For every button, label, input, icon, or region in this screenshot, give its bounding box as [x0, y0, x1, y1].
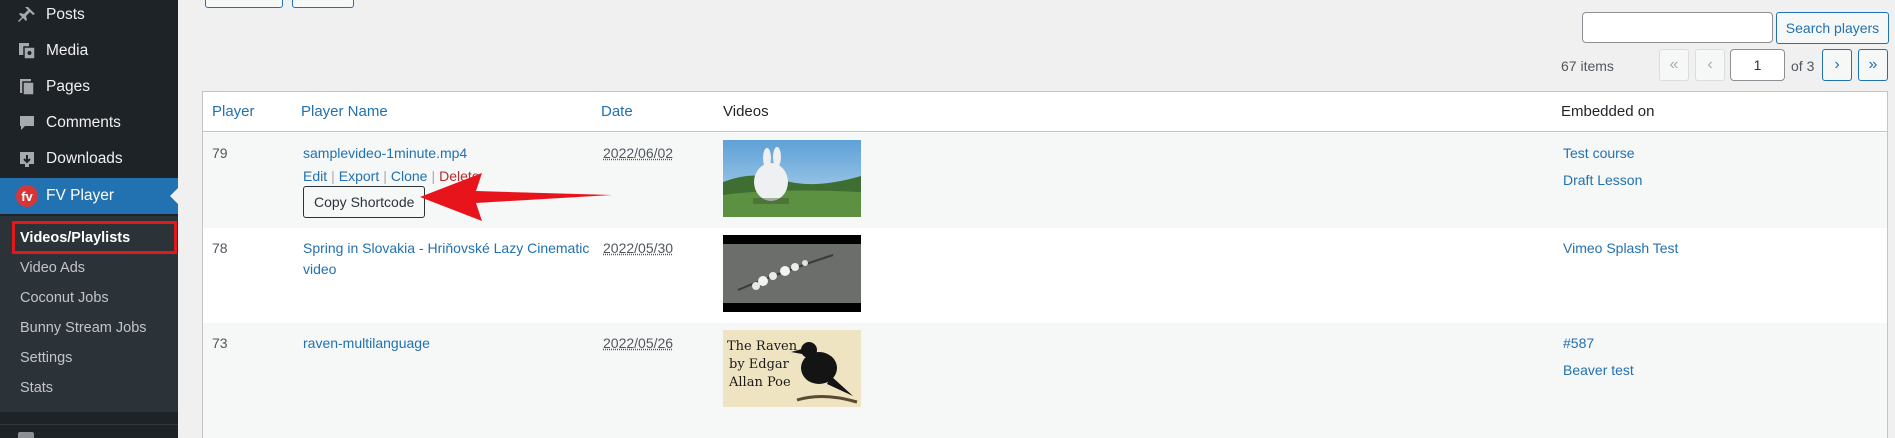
thumbnail-title-line: by Edgar	[729, 357, 790, 372]
pages-icon	[14, 74, 40, 100]
menu-label-pages: Pages	[46, 78, 90, 96]
menu-label-posts: Posts	[46, 6, 85, 24]
add-new-button[interactable]	[205, 0, 283, 8]
player-id: 79	[212, 145, 228, 161]
column-header-videos: Videos	[723, 103, 769, 120]
player-name-link-continued[interactable]: video	[303, 261, 336, 277]
embedded-on-link[interactable]: Draft Lesson	[1563, 172, 1642, 188]
current-item-highlight	[12, 221, 177, 254]
thumbnail-title-line: Allan Poe	[728, 375, 791, 390]
player-id: 73	[212, 335, 228, 351]
menu-label-media: Media	[46, 42, 88, 60]
player-name-link[interactable]: samplevideo-1minute.mp4	[303, 145, 467, 161]
player-date: 2022/05/30	[603, 240, 673, 256]
player-date: 2022/05/26	[603, 335, 673, 351]
menu-label-comments: Comments	[46, 114, 121, 132]
search-players-button[interactable]: Search players	[1776, 12, 1889, 44]
current-page-input[interactable]	[1730, 49, 1785, 81]
submenu-item-stats[interactable]: Stats	[20, 380, 53, 396]
thumbnail-title-line: The Raven	[727, 339, 798, 354]
menu-item-partial[interactable]	[0, 424, 178, 438]
embedded-on-link[interactable]: Beaver test	[1563, 362, 1634, 378]
embedded-on-link[interactable]: Test course	[1563, 145, 1635, 161]
menu-label-fv-player: FV Player	[46, 187, 114, 205]
menu-item-downloads[interactable]: Downloads	[0, 141, 178, 177]
import-button[interactable]	[292, 0, 354, 8]
menu-item-pages[interactable]: Pages	[0, 69, 178, 105]
total-pages: of 3	[1791, 58, 1814, 74]
fv-logo-icon: fv	[14, 183, 40, 209]
item-count: 67 items	[1561, 58, 1614, 74]
player-id: 78	[212, 240, 228, 256]
first-page-button[interactable]: «	[1659, 49, 1689, 81]
last-page-button[interactable]: »	[1858, 49, 1888, 81]
submenu-item-video-ads[interactable]: Video Ads	[20, 260, 85, 276]
table-row: 78 Spring in Slovakia - Hriňovské Lazy C…	[203, 228, 1887, 323]
edit-link[interactable]: Edit	[303, 168, 327, 184]
column-header-player[interactable]: Player	[212, 103, 255, 120]
submenu-item-settings[interactable]: Settings	[20, 350, 72, 366]
next-page-button[interactable]: ›	[1822, 49, 1852, 81]
submenu-item-coconut-jobs[interactable]: Coconut Jobs	[20, 290, 109, 306]
separator: |	[327, 168, 339, 184]
video-thumbnail[interactable]: The Raven by Edgar Allan Poe	[723, 330, 861, 407]
player-name-link[interactable]: Spring in Slovakia - Hriňovské Lazy Cine…	[303, 240, 589, 256]
admin-sidebar: Posts Media Pages Comments Downloads fv …	[0, 0, 178, 438]
embedded-on-link[interactable]: Vimeo Splash Test	[1563, 240, 1678, 256]
table-row: 73 raven-multilanguage 2022/05/26 The Ra…	[203, 323, 1887, 438]
search-input[interactable]	[1582, 12, 1773, 43]
menu-item-comments[interactable]: Comments	[0, 105, 178, 141]
column-header-embedded-on: Embedded on	[1561, 103, 1654, 120]
prev-page-button[interactable]: ‹	[1695, 49, 1725, 81]
embedded-on-link[interactable]: #587	[1563, 335, 1594, 351]
menu-label-downloads: Downloads	[46, 150, 123, 168]
table-header: Player Player Name Date Videos Embedded …	[203, 92, 1887, 132]
submenu-item-bunny-stream-jobs[interactable]: Bunny Stream Jobs	[20, 320, 147, 336]
comment-icon	[14, 110, 40, 136]
player-date: 2022/06/02	[603, 145, 673, 161]
copy-shortcode-button[interactable]: Copy Shortcode	[303, 186, 425, 218]
media-icon	[14, 38, 40, 64]
annotation-arrow-icon	[420, 170, 615, 224]
video-thumbnail[interactable]	[723, 235, 861, 312]
player-name-link[interactable]: raven-multilanguage	[303, 335, 430, 351]
wordpress-icon	[18, 432, 34, 438]
menu-item-media[interactable]: Media	[0, 33, 178, 69]
column-header-date[interactable]: Date	[601, 103, 633, 120]
menu-item-fv-player[interactable]: fv FV Player	[0, 178, 178, 214]
players-table: Player Player Name Date Videos Embedded …	[202, 91, 1888, 438]
download-icon	[14, 146, 40, 172]
video-thumbnail[interactable]	[723, 140, 861, 217]
column-header-player-name[interactable]: Player Name	[301, 103, 388, 120]
separator: |	[379, 168, 391, 184]
menu-item-posts[interactable]: Posts	[0, 0, 178, 33]
export-link[interactable]: Export	[339, 168, 379, 184]
pin-icon	[14, 2, 40, 28]
